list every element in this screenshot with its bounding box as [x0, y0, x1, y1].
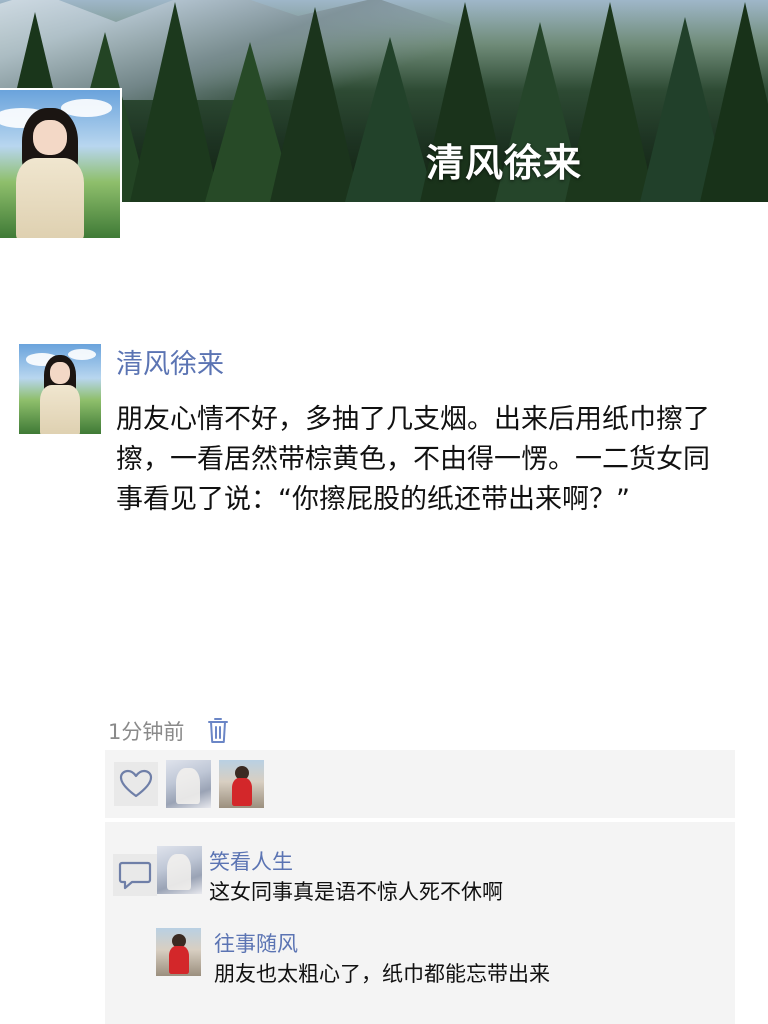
- comment-text: 朋友也太粗心了，纸巾都能忘带出来: [214, 962, 550, 986]
- post-time: 1分钟前: [108, 720, 185, 744]
- comment-author[interactable]: 笑看人生: [209, 846, 293, 876]
- like-button[interactable]: [114, 762, 158, 806]
- comment-text: 这女同事真是语不惊人死不休啊: [209, 880, 503, 904]
- heart-outline-icon: [119, 769, 153, 798]
- cover-title: 清风徐来: [425, 141, 582, 185]
- comment-author[interactable]: 往事随风: [214, 928, 298, 958]
- comment-button[interactable]: [113, 854, 157, 896]
- commenter-avatar[interactable]: [156, 928, 201, 976]
- profile-avatar[interactable]: [0, 88, 122, 240]
- commenter-avatar[interactable]: [157, 846, 202, 894]
- post-author-name[interactable]: 清风徐来: [116, 342, 224, 381]
- post-author-avatar[interactable]: [19, 344, 101, 434]
- cover-tree: [700, 2, 768, 202]
- comment-icon: [118, 861, 152, 890]
- likes-panel: [105, 750, 735, 818]
- post-meta-row: 1分钟前: [108, 716, 230, 746]
- trash-icon: [208, 718, 229, 743]
- post-content: 朋友心情不好，多抽了几支烟。出来后用纸巾擦了擦，一看居然带棕黄色，不由得一愣。一…: [116, 404, 710, 515]
- comments-panel: 笑看人生 这女同事真是语不惊人死不休啊 往事随风 朋友也太粗心了，纸巾都能忘带出…: [105, 822, 735, 1024]
- liker-avatar[interactable]: [166, 760, 211, 808]
- liker-avatar[interactable]: [219, 760, 264, 808]
- delete-button[interactable]: [206, 717, 230, 745]
